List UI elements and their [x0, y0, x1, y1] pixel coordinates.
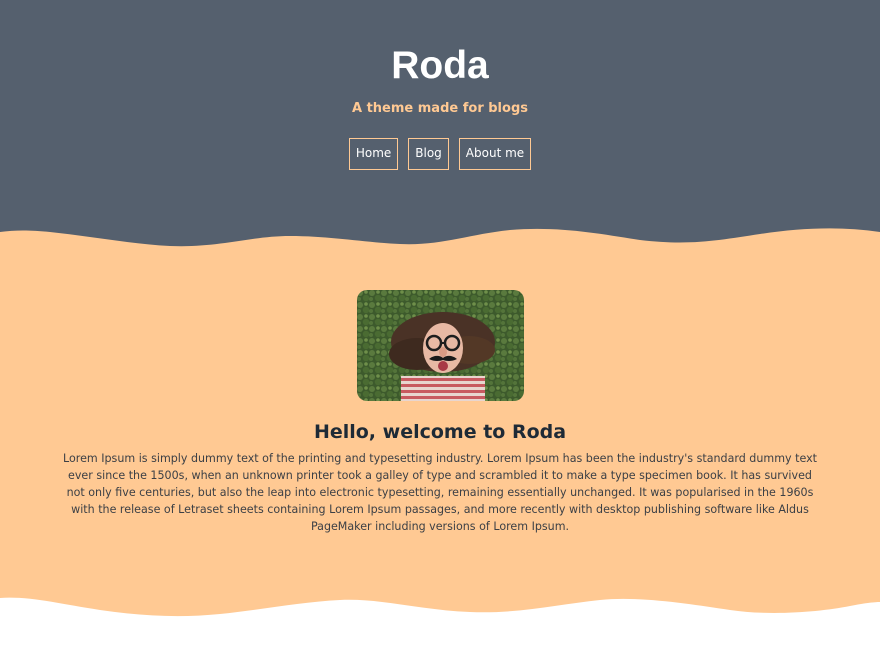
nav-about-button[interactable]: About me	[458, 138, 532, 170]
nav-home-button[interactable]: Home	[348, 138, 399, 170]
nav-blog-button[interactable]: Blog	[408, 138, 449, 170]
main-nav: Home Blog About me	[0, 138, 880, 170]
hero-section: Hello, welcome to Roda Lorem Ipsum is si…	[0, 290, 880, 535]
welcome-body-text: Lorem Ipsum is simply dummy text of the …	[63, 452, 817, 533]
welcome-heading: Hello, welcome to Roda	[313, 421, 567, 443]
site-tagline: A theme made for blogs	[352, 101, 528, 116]
page: Roda A theme made for blogs Home Blog Ab…	[0, 0, 880, 660]
site-header: Roda A theme made for blogs Home Blog Ab…	[0, 0, 880, 170]
hero-photo	[356, 290, 524, 401]
site-title: Roda	[391, 44, 489, 87]
